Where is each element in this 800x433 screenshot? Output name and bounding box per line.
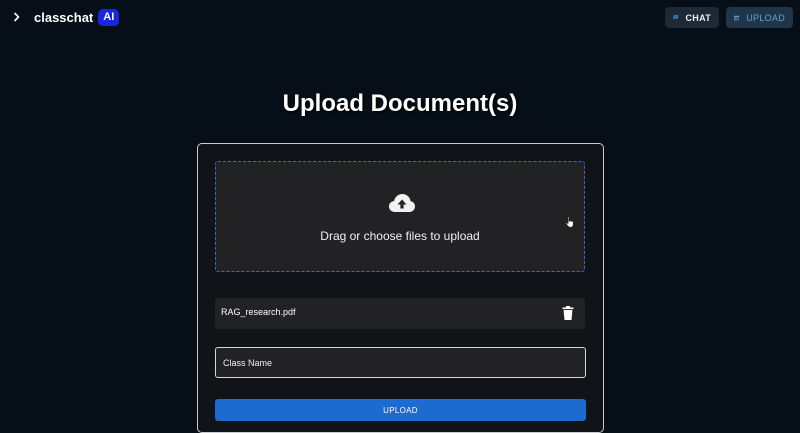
- nav-chat-button[interactable]: CHAT: [665, 7, 719, 28]
- class-name-input[interactable]: [215, 347, 586, 378]
- chevron-right-icon: [12, 12, 22, 22]
- dropzone-text: Drag or choose files to upload: [216, 229, 584, 243]
- upload-submit-button[interactable]: UPLOAD: [215, 399, 586, 421]
- uploaded-file-row: RAG_research.pdf: [215, 298, 585, 329]
- brand-badge: AI: [98, 9, 119, 26]
- nav-upload-button[interactable]: UPLOAD: [726, 7, 793, 28]
- nav-chat-label: CHAT: [685, 13, 711, 23]
- chat-bubble-icon: [673, 12, 678, 23]
- hand-pointer-icon: [565, 216, 575, 228]
- page-title: Upload Document(s): [0, 90, 800, 118]
- file-dropzone[interactable]: Drag or choose files to upload: [215, 161, 585, 272]
- nav-upload-label: UPLOAD: [746, 13, 785, 23]
- sidebar-expand-button[interactable]: [8, 8, 26, 26]
- upload-panel-icon: [734, 13, 739, 23]
- file-name: RAG_research.pdf: [221, 307, 296, 317]
- brand-logo: classchat AI: [34, 8, 119, 26]
- upload-card: Drag or choose files to upload RAG_resea…: [197, 143, 604, 433]
- top-bar: classchat AI CHAT UPLOAD: [0, 0, 800, 34]
- brand-name: classchat: [34, 10, 93, 25]
- trash-icon[interactable]: [562, 306, 574, 320]
- cloud-upload-icon: [388, 192, 416, 214]
